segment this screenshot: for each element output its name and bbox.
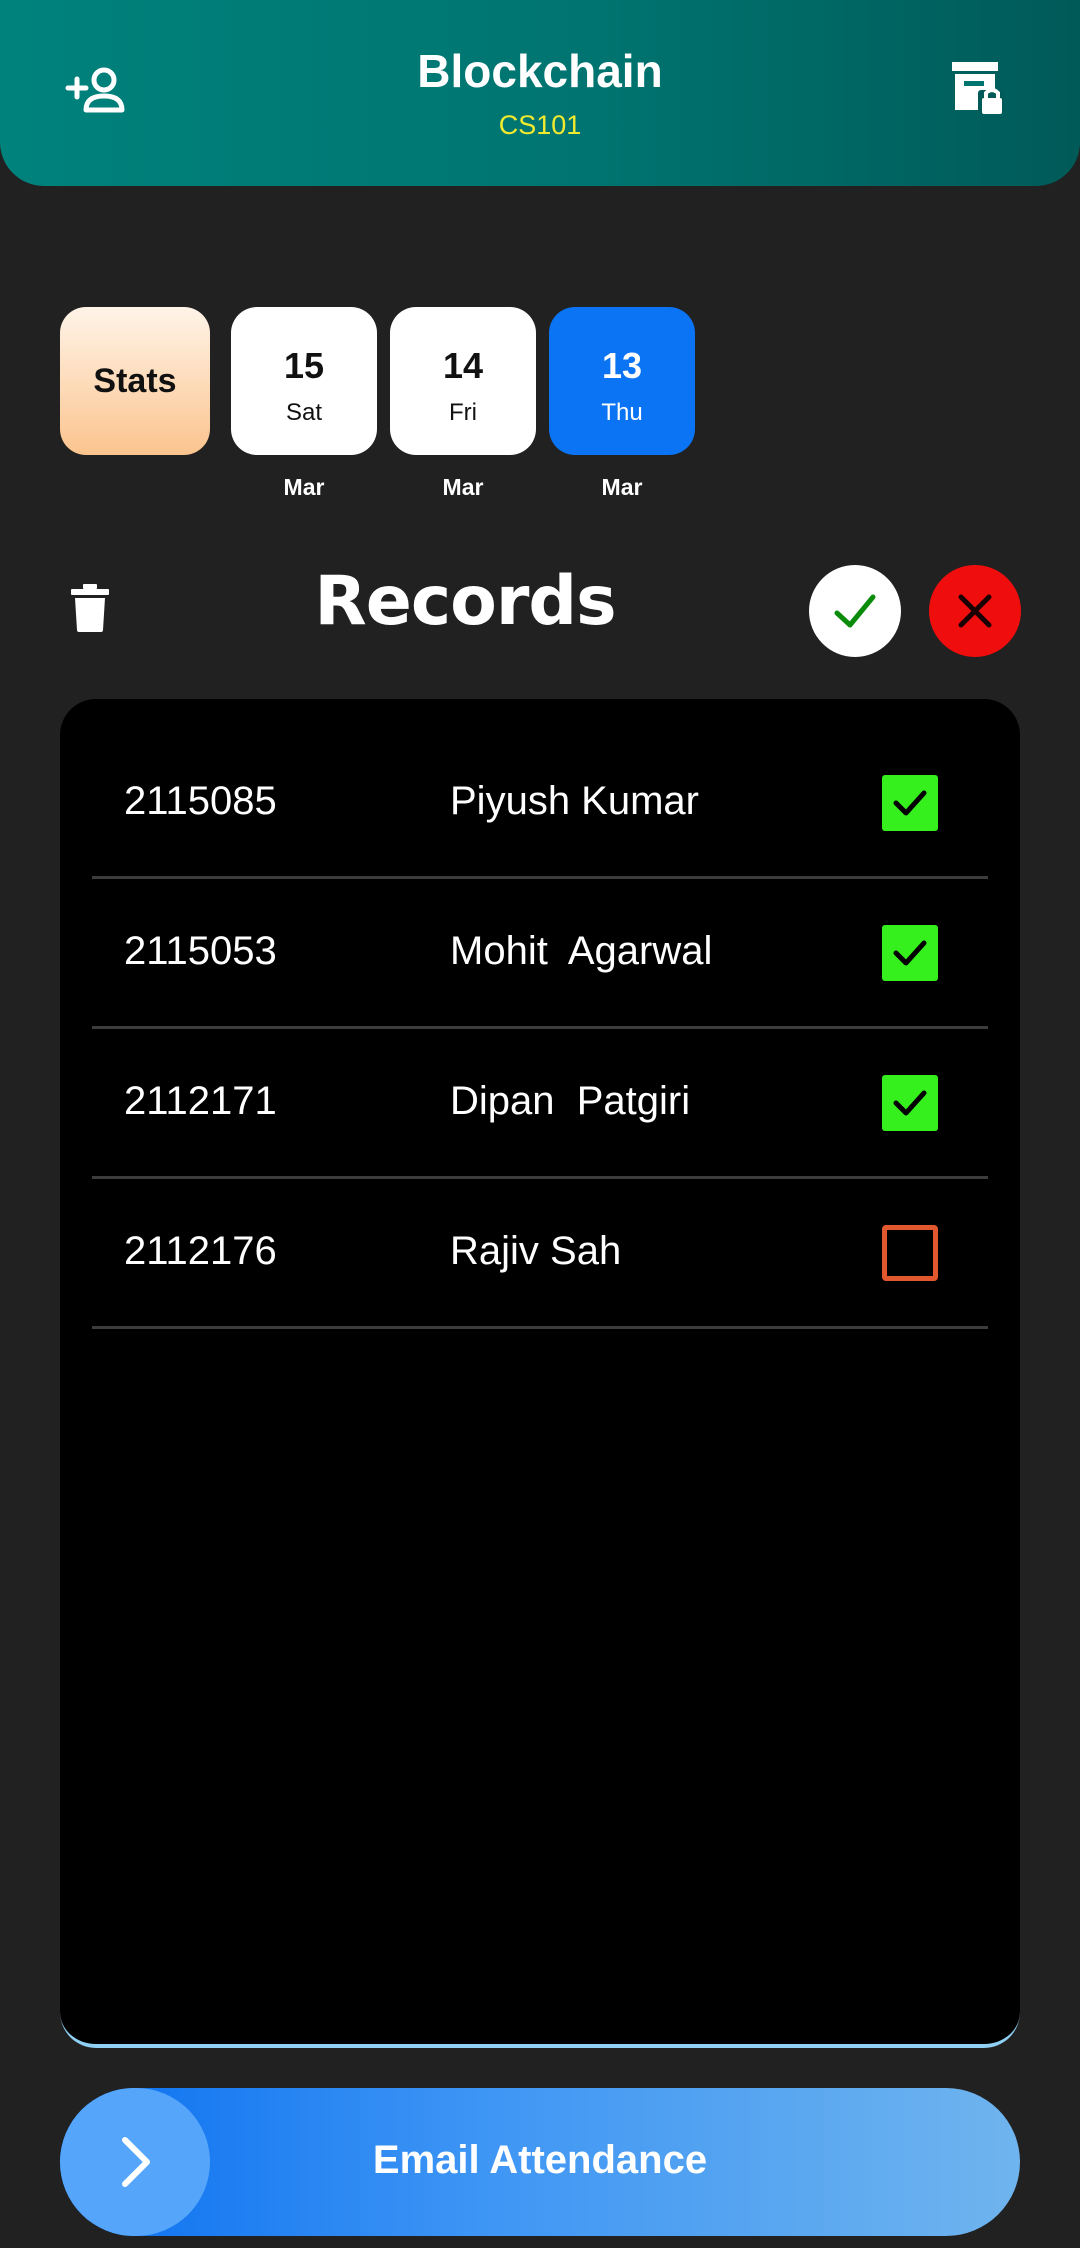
check-icon (893, 940, 927, 966)
date-weekday: Thu (601, 399, 643, 426)
roll-number: 2112176 (124, 1229, 277, 1273)
app-header: Blockchain CS101 (0, 0, 1080, 186)
date-month: Mar (601, 474, 643, 500)
check-icon (893, 790, 927, 816)
check-icon (834, 594, 876, 628)
check-icon (893, 1090, 927, 1116)
date-tile-15[interactable]: 15 Sat (231, 307, 377, 455)
records-heading: Records (314, 562, 616, 641)
date-tile-14[interactable]: 14 Fri (390, 307, 536, 455)
date-number: 13 (601, 345, 643, 386)
date-weekday: Sat (285, 399, 323, 426)
mark-all-present-button[interactable] (809, 565, 901, 657)
date-tile-13[interactable]: 13 Thu (549, 307, 695, 455)
table-row: 2112171 Dipan Patgiri (92, 1029, 988, 1179)
roll-number: 2115085 (124, 779, 277, 823)
attendance-checkbox[interactable] (882, 925, 938, 981)
date-number: 14 (442, 345, 484, 386)
table-row: 2115053 Mohit Agarwal (92, 879, 988, 1029)
date-number: 15 (283, 345, 325, 386)
roll-number: 2115053 (124, 929, 277, 973)
student-name: Mohit Agarwal (450, 929, 713, 973)
table-row: 2115085 Piyush Kumar (92, 729, 988, 879)
student-name: Dipan Patgiri (450, 1079, 691, 1123)
date-month: Mar (442, 474, 484, 500)
course-code: CS101 (498, 110, 582, 140)
student-name: Piyush Kumar (450, 779, 699, 823)
attendance-checkbox[interactable] (882, 1225, 938, 1281)
stats-button[interactable]: Stats (60, 307, 210, 455)
email-attendance-button[interactable]: Email Attendance (60, 2088, 1020, 2236)
table-row: 2112176 Rajiv Sah (92, 1179, 988, 1329)
date-weekday: Fri (449, 399, 477, 426)
date-month: Mar (283, 474, 325, 500)
trash-icon[interactable] (70, 584, 110, 632)
page-title: Blockchain (417, 45, 663, 97)
mark-all-absent-button[interactable] (929, 565, 1021, 657)
close-icon (958, 594, 992, 628)
email-attendance-label: Email Attendance (372, 2138, 708, 2182)
records-list: 2115085 Piyush Kumar 2115053 Mohit Agarw… (60, 699, 1020, 2048)
attendance-checkbox[interactable] (882, 775, 938, 831)
attendance-checkbox[interactable] (882, 1075, 938, 1131)
roll-number: 2112171 (124, 1079, 277, 1123)
student-name: Rajiv Sah (450, 1229, 622, 1273)
locked-storage-icon[interactable] (950, 60, 1014, 124)
